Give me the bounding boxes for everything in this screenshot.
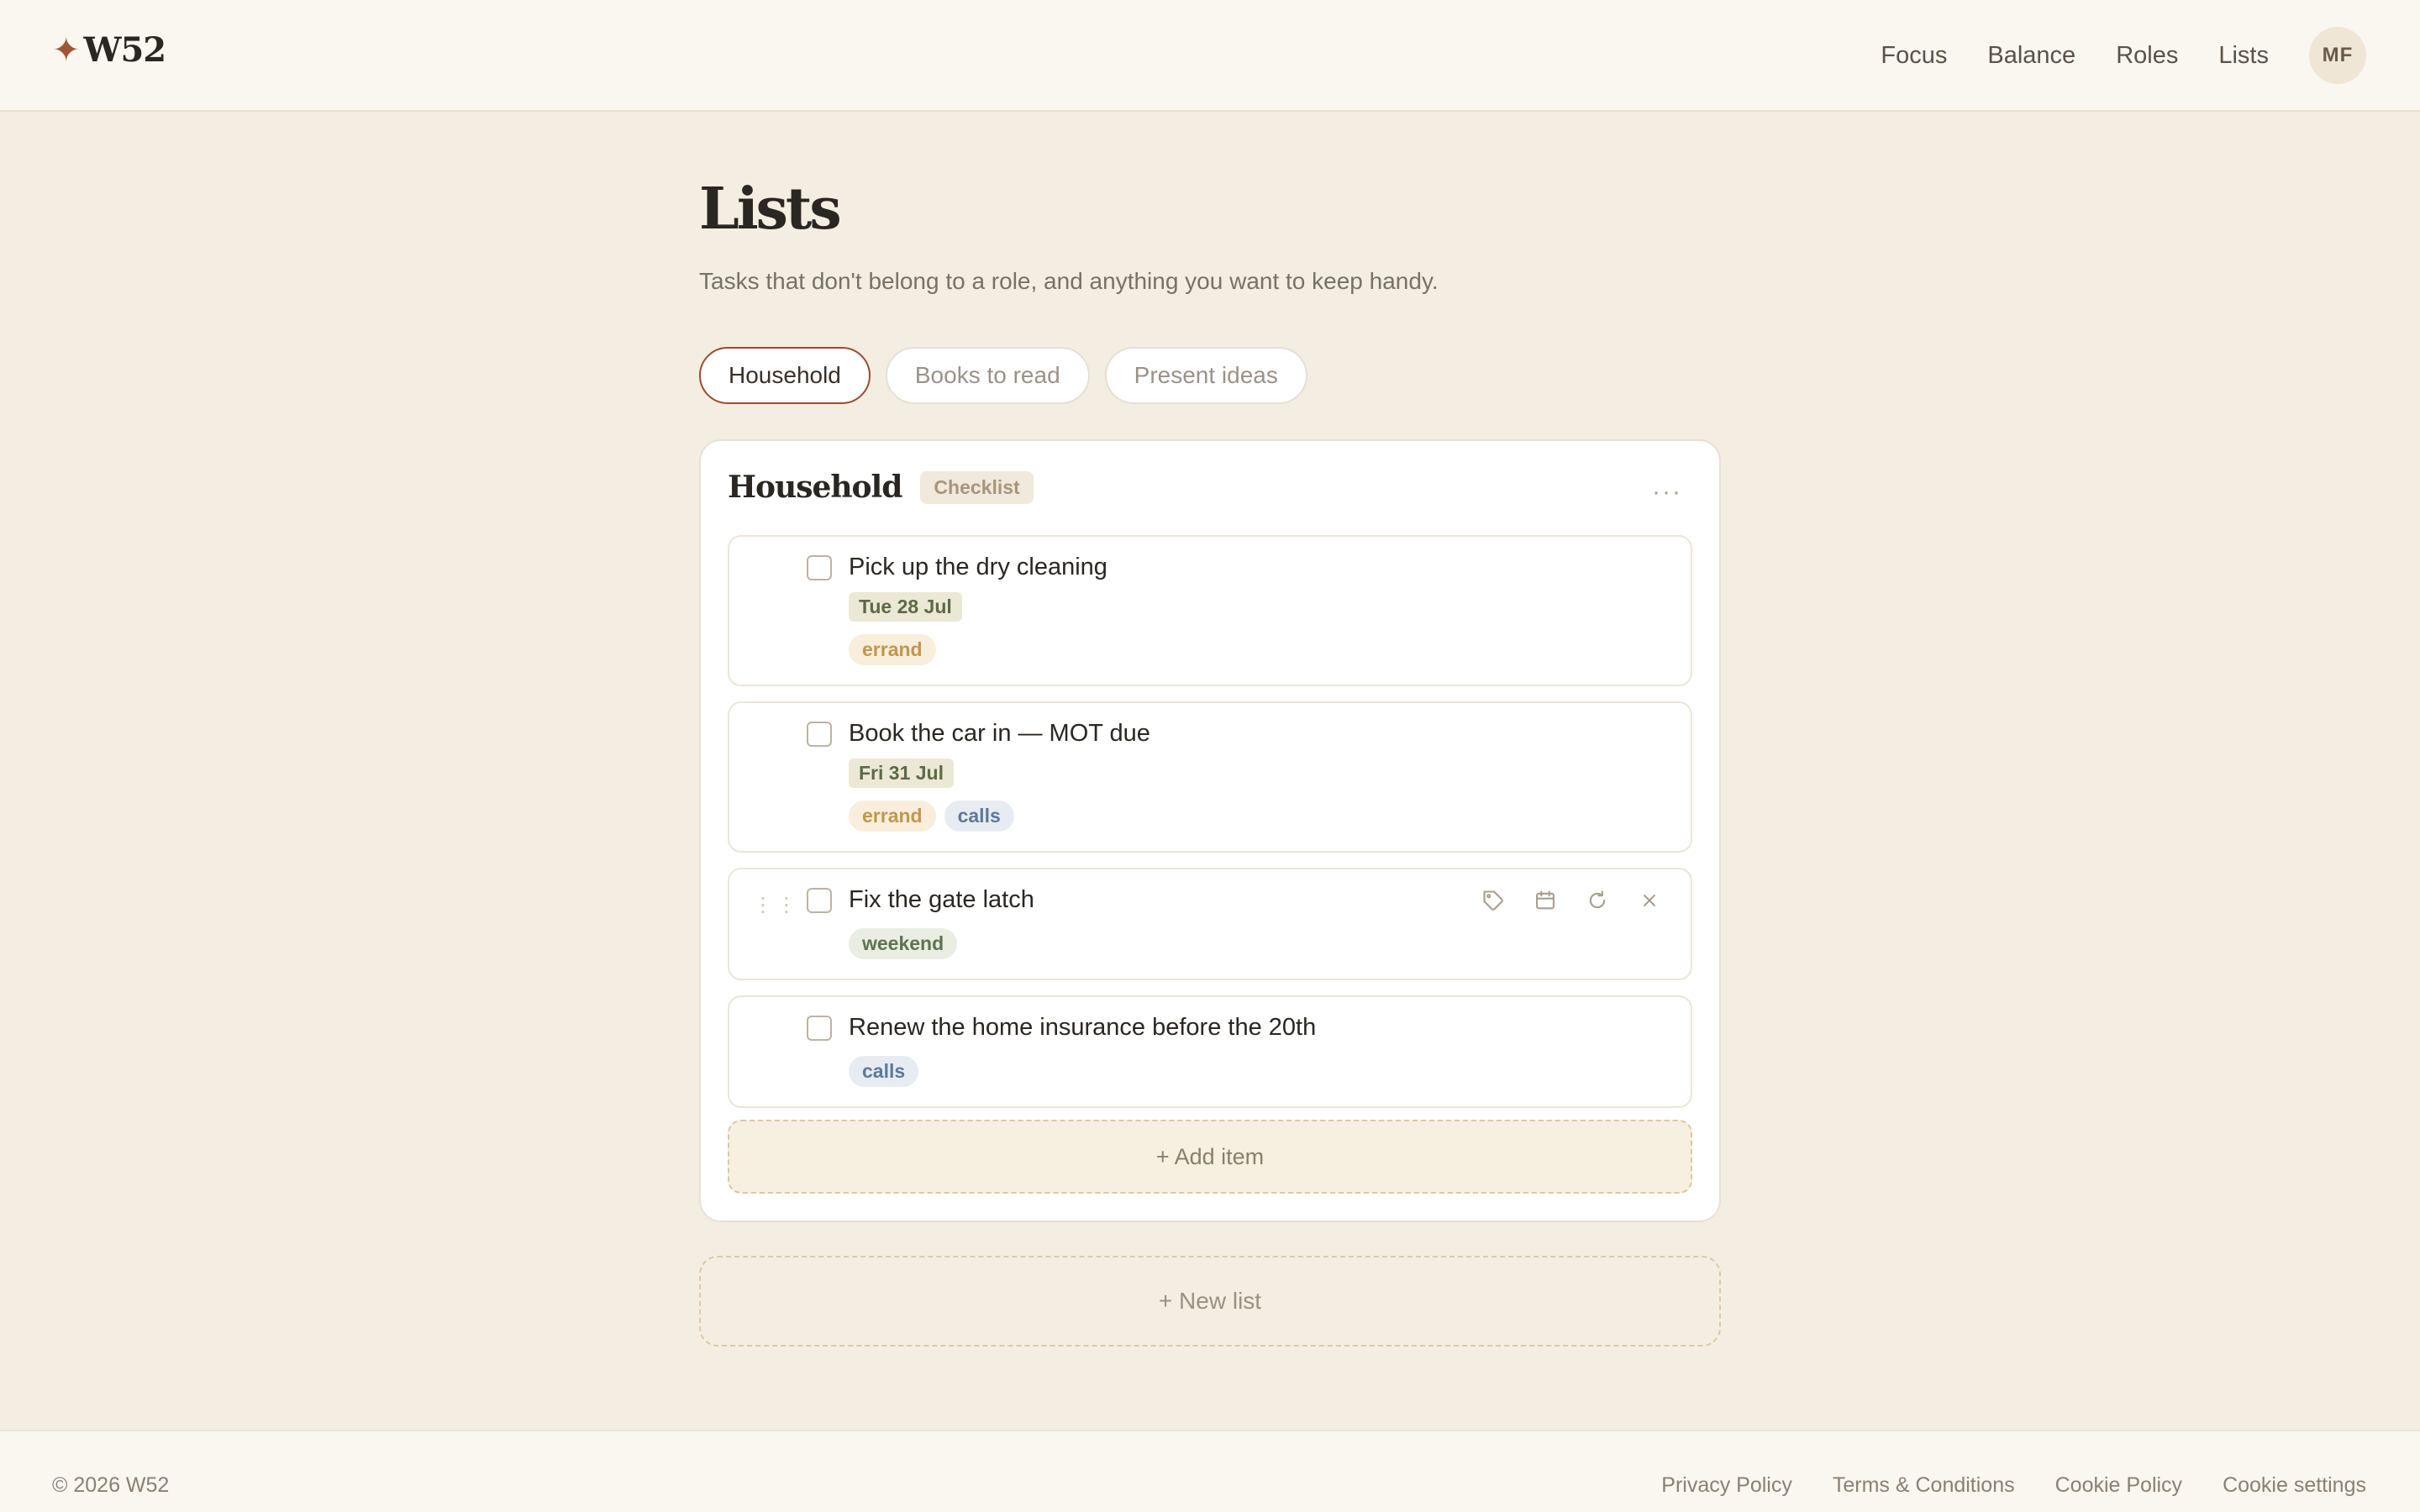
nav-balance[interactable]: Balance <box>1987 42 2075 70</box>
item-text[interactable]: Book the car in — MOT due <box>849 720 1150 748</box>
tag-calls[interactable]: calls <box>849 1056 919 1087</box>
nav-lists[interactable]: Lists <box>2218 42 2269 70</box>
page-title: Lists <box>699 176 842 243</box>
tab-household[interactable]: Household <box>699 347 871 404</box>
tag-weekend[interactable]: weekend <box>849 928 958 959</box>
sparkle-icon: ✦ <box>52 31 81 69</box>
tag-row: errand calls <box>849 801 1014 832</box>
cookie-policy-link[interactable]: Cookie Policy <box>2055 1473 2182 1498</box>
main-nav: Focus Balance Roles Lists MF <box>1881 27 2366 84</box>
list-card: Household Checklist ··· Pick up the dry … <box>699 439 1721 1222</box>
logo[interactable]: ✦ W52 <box>52 30 166 70</box>
list-item: Renew the home insurance before the 20th… <box>728 995 1692 1108</box>
nav-focus[interactable]: Focus <box>1881 42 1947 70</box>
tag-errand[interactable]: errand <box>849 634 936 665</box>
terms-link[interactable]: Terms & Conditions <box>1833 1473 2015 1498</box>
cookie-settings-link[interactable]: Cookie settings <box>2223 1473 2366 1498</box>
list-item: Pick up the dry cleaning Tue 28 Jul erra… <box>728 535 1692 686</box>
copyright: © 2026 W52 <box>52 1473 170 1497</box>
tag-row: weekend <box>849 928 958 959</box>
item-checkbox[interactable] <box>807 888 832 913</box>
repeat-icon[interactable] <box>1583 886 1612 915</box>
list-card-header: Household Checklist <box>728 470 1034 505</box>
due-date-chip[interactable]: Tue 28 Jul <box>849 592 962 622</box>
item-checkbox[interactable] <box>807 722 832 747</box>
new-list-button[interactable]: + New list <box>699 1256 1721 1347</box>
tag-row: errand <box>849 634 936 665</box>
list-item: Book the car in — MOT due Fri 31 Jul err… <box>728 701 1692 853</box>
item-checkbox[interactable] <box>807 555 832 580</box>
tag-errand[interactable]: errand <box>849 801 936 832</box>
tag-icon[interactable] <box>1479 886 1507 915</box>
top-bar: ✦ W52 Focus Balance Roles Lists MF <box>0 0 2420 112</box>
list-type-badge: Checklist <box>920 470 1034 504</box>
brand-name: W52 <box>83 30 167 70</box>
due-date-chip[interactable]: Fri 31 Jul <box>849 759 954 788</box>
list-title: Household <box>728 470 902 505</box>
footer: © 2026 W52 Privacy Policy Terms & Condit… <box>0 1430 2420 1512</box>
page-subtitle: Tasks that don't belong to a role, and a… <box>699 268 1439 294</box>
item-text[interactable]: Pick up the dry cleaning <box>849 554 1107 581</box>
tag-calls[interactable]: calls <box>944 801 1014 832</box>
calendar-icon[interactable] <box>1531 886 1560 915</box>
item-checkbox[interactable] <box>807 1016 832 1041</box>
item-text[interactable]: Fix the gate latch <box>849 886 1034 914</box>
close-icon[interactable] <box>1635 886 1664 915</box>
user-avatar[interactable]: MF <box>2309 27 2366 84</box>
list-items: Pick up the dry cleaning Tue 28 Jul erra… <box>728 535 1692 1123</box>
list-item-hovered: ⋮⋮ Fix the gate latch weekend <box>728 868 1692 980</box>
tab-books-to-read[interactable]: Books to read <box>885 347 1090 404</box>
add-item-button[interactable]: + Add item <box>728 1120 1692 1194</box>
main-content: Lists Tasks that don't belong to a role,… <box>699 181 1721 1347</box>
drag-handle-icon[interactable]: ⋮⋮ <box>753 893 800 917</box>
list-tabs: Household Books to read Present ideas <box>699 347 1721 404</box>
privacy-policy-link[interactable]: Privacy Policy <box>1661 1473 1792 1498</box>
more-horizontal-icon[interactable]: ··· <box>1652 480 1682 505</box>
tab-present-ideas[interactable]: Present ideas <box>1104 347 1307 404</box>
nav-roles[interactable]: Roles <box>2116 42 2178 70</box>
item-actions <box>1479 886 1664 915</box>
item-text[interactable]: Renew the home insurance before the 20th <box>849 1014 1316 1042</box>
footer-links: Privacy Policy Terms & Conditions Cookie… <box>1661 1473 2366 1498</box>
tag-row: calls <box>849 1056 919 1087</box>
